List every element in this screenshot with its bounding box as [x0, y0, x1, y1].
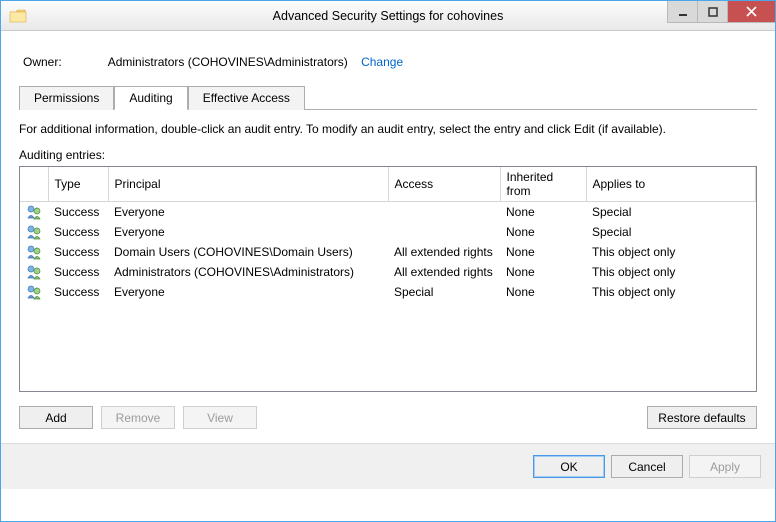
- owner-change-link[interactable]: Change: [361, 55, 403, 69]
- cell-inherited: None: [500, 222, 586, 242]
- restore-defaults-button[interactable]: Restore defaults: [647, 406, 757, 429]
- cell-principal: Administrators (COHOVINES\Administrators…: [108, 262, 388, 282]
- cell-inherited: None: [500, 262, 586, 282]
- cell-type: Success: [48, 222, 108, 242]
- cell-inherited: None: [500, 202, 586, 223]
- col-type-header[interactable]: Type: [48, 167, 108, 202]
- ok-button[interactable]: OK: [533, 455, 605, 478]
- view-button: View: [183, 406, 257, 429]
- cell-applies: Special: [586, 222, 756, 242]
- users-icon: [26, 284, 42, 300]
- dialog-footer: OK Cancel Apply: [1, 443, 775, 489]
- cell-type: Success: [48, 282, 108, 302]
- close-button[interactable]: [727, 1, 775, 23]
- cell-access: [388, 222, 500, 242]
- entries-label: Auditing entries:: [19, 148, 757, 162]
- cell-applies: Special: [586, 202, 756, 223]
- cell-applies: This object only: [586, 262, 756, 282]
- cell-inherited: None: [500, 282, 586, 302]
- col-inherited-header[interactable]: Inherited from: [500, 167, 586, 202]
- minimize-button[interactable]: [667, 1, 697, 23]
- cancel-button[interactable]: Cancel: [611, 455, 683, 478]
- owner-value: Administrators (COHOVINES\Administrators…: [108, 55, 348, 69]
- table-row[interactable]: SuccessDomain Users (COHOVINES\Domain Us…: [20, 242, 756, 262]
- cell-access: [388, 202, 500, 223]
- window-title: Advanced Security Settings for cohovines: [1, 9, 775, 23]
- users-icon: [26, 244, 42, 260]
- table-row[interactable]: SuccessEveryoneSpecialNoneThis object on…: [20, 282, 756, 302]
- apply-button: Apply: [689, 455, 761, 478]
- table-row[interactable]: SuccessEveryone NoneSpecial: [20, 222, 756, 242]
- cell-type: Success: [48, 242, 108, 262]
- cell-applies: This object only: [586, 282, 756, 302]
- info-text: For additional information, double-click…: [19, 122, 757, 136]
- table-row[interactable]: SuccessEveryone NoneSpecial: [20, 202, 756, 223]
- cell-access: All extended rights: [388, 242, 500, 262]
- cell-applies: This object only: [586, 242, 756, 262]
- tab-strip: Permissions Auditing Effective Access: [19, 85, 757, 110]
- col-access-header[interactable]: Access: [388, 167, 500, 202]
- cell-type: Success: [48, 202, 108, 223]
- folder-icon: [9, 9, 27, 23]
- users-icon: [26, 204, 42, 220]
- cell-access: Special: [388, 282, 500, 302]
- window-buttons: [667, 1, 775, 23]
- col-icon-header[interactable]: [20, 167, 48, 202]
- cell-principal: Everyone: [108, 222, 388, 242]
- tab-auditing[interactable]: Auditing: [114, 86, 187, 110]
- cell-principal: Everyone: [108, 202, 388, 223]
- auditing-entries-grid[interactable]: Type Principal Access Inherited from App…: [19, 166, 757, 392]
- tab-permissions[interactable]: Permissions: [19, 86, 114, 110]
- add-button[interactable]: Add: [19, 406, 93, 429]
- cell-type: Success: [48, 262, 108, 282]
- col-principal-header[interactable]: Principal: [108, 167, 388, 202]
- cell-access: All extended rights: [388, 262, 500, 282]
- tab-effective-access[interactable]: Effective Access: [188, 86, 305, 110]
- maximize-button[interactable]: [697, 1, 727, 23]
- owner-label: Owner:: [23, 55, 62, 69]
- remove-button: Remove: [101, 406, 175, 429]
- users-icon: [26, 224, 42, 240]
- header-row: Type Principal Access Inherited from App…: [20, 167, 756, 202]
- table-row[interactable]: SuccessAdministrators (COHOVINES\Adminis…: [20, 262, 756, 282]
- users-icon: [26, 264, 42, 280]
- titlebar: Advanced Security Settings for cohovines: [1, 1, 775, 31]
- cell-principal: Domain Users (COHOVINES\Domain Users): [108, 242, 388, 262]
- col-applies-header[interactable]: Applies to: [586, 167, 756, 202]
- cell-inherited: None: [500, 242, 586, 262]
- cell-principal: Everyone: [108, 282, 388, 302]
